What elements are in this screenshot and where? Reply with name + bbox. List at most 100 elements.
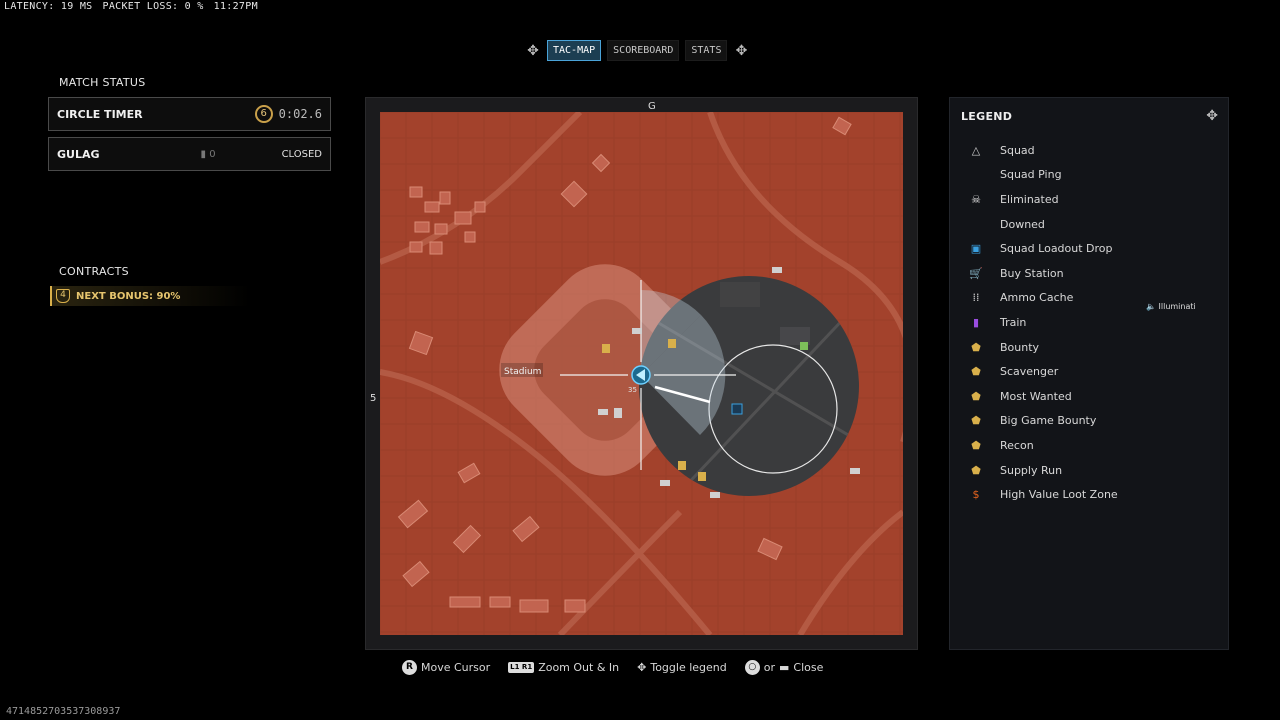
- legend-blank-icon: [968, 167, 984, 183]
- shoulder-buttons-icon: L1 R1: [508, 662, 535, 673]
- loadout-drop-icon: ▣: [970, 242, 982, 256]
- most-wanted-icon: ⬟: [971, 389, 981, 403]
- zoom-label: Zoom Out & In: [538, 661, 620, 674]
- legend-item-label: Squad Loadout Drop: [1000, 242, 1113, 256]
- match-status-title: MATCH STATUS: [59, 76, 146, 89]
- legend-item-label: Recon: [1000, 438, 1034, 452]
- zoom-hint: L1 R1 Zoom Out & In: [508, 661, 619, 674]
- player-marker-number: 35: [628, 386, 637, 394]
- recon-icon: ⬟: [971, 438, 981, 452]
- legend-item: ⬟ Scavenger: [968, 359, 1118, 384]
- tab-tac-map[interactable]: TAC-MAP: [547, 40, 602, 61]
- cart-icon: 🛒: [969, 266, 983, 280]
- bounty-icon: [602, 344, 610, 353]
- legend-item-label: Scavenger: [1000, 365, 1059, 379]
- compass-heading: G: [648, 101, 656, 112]
- legend-item: ⬟ Bounty: [968, 335, 1118, 360]
- legend-item-label: Eliminated: [1000, 192, 1059, 206]
- triangle-icon: △: [971, 143, 981, 157]
- or-label: or: [763, 661, 776, 674]
- legend-item-label: Ammo Cache: [1000, 291, 1074, 305]
- legend-item: ⬟ Recon: [968, 433, 1118, 458]
- circle-button-icon: ○: [744, 660, 760, 675]
- circle-timer-label: CIRCLE TIMER: [57, 107, 143, 121]
- dpad-icon: ✥: [637, 661, 647, 674]
- contracts-title: CONTRACTS: [59, 265, 129, 278]
- legend-item: Downed: [968, 212, 1118, 237]
- ammo-icon: [614, 408, 622, 418]
- circle-number-badge: 6: [254, 105, 273, 123]
- circle-timer-value: 0:02.6: [278, 107, 322, 121]
- legend-item: Squad Ping: [968, 163, 1118, 188]
- legend-item: △ Squad: [968, 138, 1118, 163]
- tac-map[interactable]: G 5 35 Stadium: [365, 97, 918, 650]
- legend-item-label: Big Game Bounty: [1000, 414, 1097, 428]
- supply-run-icon: ⬟: [971, 463, 981, 477]
- tab-scoreboard[interactable]: SCOREBOARD: [607, 40, 680, 61]
- gulag-count: 0: [209, 148, 216, 160]
- skull-icon: ☠: [971, 192, 981, 206]
- vehicle-icon: [772, 267, 782, 273]
- legend-item-label: Train: [1000, 315, 1027, 329]
- legend-item: $ High Value Loot Zone: [968, 482, 1118, 507]
- contract-next-bonus: NEXT BONUS: 90%: [76, 290, 181, 302]
- gulag-player-icon: ▮ 0: [200, 148, 216, 160]
- legend-blank-icon: [968, 216, 984, 232]
- gulag-status: CLOSED: [281, 148, 322, 160]
- scavenger-icon: ⬟: [971, 365, 981, 379]
- big-game-bounty-icon: ⬟: [971, 414, 981, 428]
- vehicle-icon: [850, 468, 860, 474]
- close-hint: ○ or ▬ Close: [744, 660, 824, 675]
- network-status-bar: LATENCY: 19 MS PACKET LOSS: 0 % 11:27PM: [4, 1, 258, 12]
- right-stick-icon: R: [402, 660, 417, 675]
- legend-item-label: Squad: [1000, 143, 1035, 157]
- legend-item: ⬟ Supply Run: [968, 458, 1118, 483]
- legend-title: LEGEND: [961, 110, 1013, 123]
- scavenger-icon: [668, 339, 676, 348]
- recon-icon: [698, 472, 706, 481]
- train-icon: ▮: [972, 315, 980, 329]
- legend-item-label: Squad Ping: [1000, 168, 1062, 182]
- vehicle-icon: [710, 492, 720, 498]
- dpad-right-icon: ✥: [735, 42, 748, 59]
- menu-tabs: ✥ TAC-MAP SCOREBOARD STATS ✥: [525, 40, 749, 61]
- legend-item: ⬟ Big Game Bounty: [968, 409, 1118, 434]
- legend-item: ⁞⁞ Ammo Cache: [968, 286, 1118, 311]
- cart-icon: [800, 342, 808, 350]
- contract-bonus-row: 4 NEXT BONUS: 90%: [50, 286, 250, 306]
- legend-item: ☠ Eliminated: [968, 187, 1118, 212]
- legend-item: ▮ Train: [968, 310, 1118, 335]
- legend-list: △ Squad Squad Ping ☠ Eliminated Downed ▣ Squad …: [968, 138, 1118, 507]
- gulag-label: GULAG: [57, 147, 100, 161]
- circle-timer-row: CIRCLE TIMER 6 0:02.6: [48, 97, 331, 131]
- legend-item: ⬟ Most Wanted: [968, 384, 1118, 409]
- vehicle-icon: [598, 409, 608, 415]
- legend-item-label: Buy Station: [1000, 266, 1064, 280]
- grid-coordinate: 5: [370, 393, 377, 404]
- contract-level-shield-icon: 4: [56, 289, 70, 303]
- touchpad-icon: ▬: [779, 661, 790, 674]
- legend-item: 🛒 Buy Station: [968, 261, 1118, 286]
- legend-item: ▣ Squad Loadout Drop: [968, 236, 1118, 261]
- toggle-legend-label: Toggle legend: [650, 661, 727, 674]
- dpad-toggle-icon[interactable]: ✥: [1206, 108, 1218, 124]
- gulag-row: GULAG ▮ 0 CLOSED: [48, 137, 331, 171]
- legend-item-label: Most Wanted: [1000, 389, 1072, 403]
- player-marker-icon: [631, 365, 651, 385]
- legend-item-label: Bounty: [1000, 340, 1040, 354]
- move-cursor-label: Move Cursor: [421, 661, 491, 674]
- map-canvas[interactable]: 35 Stadium: [380, 112, 903, 635]
- loadout-drop-icon: [731, 403, 743, 415]
- illuminati-note: 🔈 Illuminati: [1146, 302, 1196, 311]
- controls-hint-bar: R Move Cursor L1 R1 Zoom Out & In ✥ Togg…: [402, 660, 823, 675]
- packet-loss-readout: PACKET LOSS: 0 %: [102, 1, 204, 12]
- legend-item-label: Downed: [1000, 217, 1045, 231]
- dpad-left-icon: ✥: [527, 42, 539, 59]
- move-cursor-hint: R Move Cursor: [402, 660, 490, 675]
- clock-readout: 11:27PM: [213, 1, 258, 12]
- close-label: Close: [793, 661, 824, 674]
- tab-stats[interactable]: STATS: [685, 40, 728, 61]
- bounty-icon: ⬟: [971, 340, 981, 354]
- vehicle-icon: [632, 328, 642, 334]
- latency-readout: LATENCY: 19 MS: [4, 1, 93, 12]
